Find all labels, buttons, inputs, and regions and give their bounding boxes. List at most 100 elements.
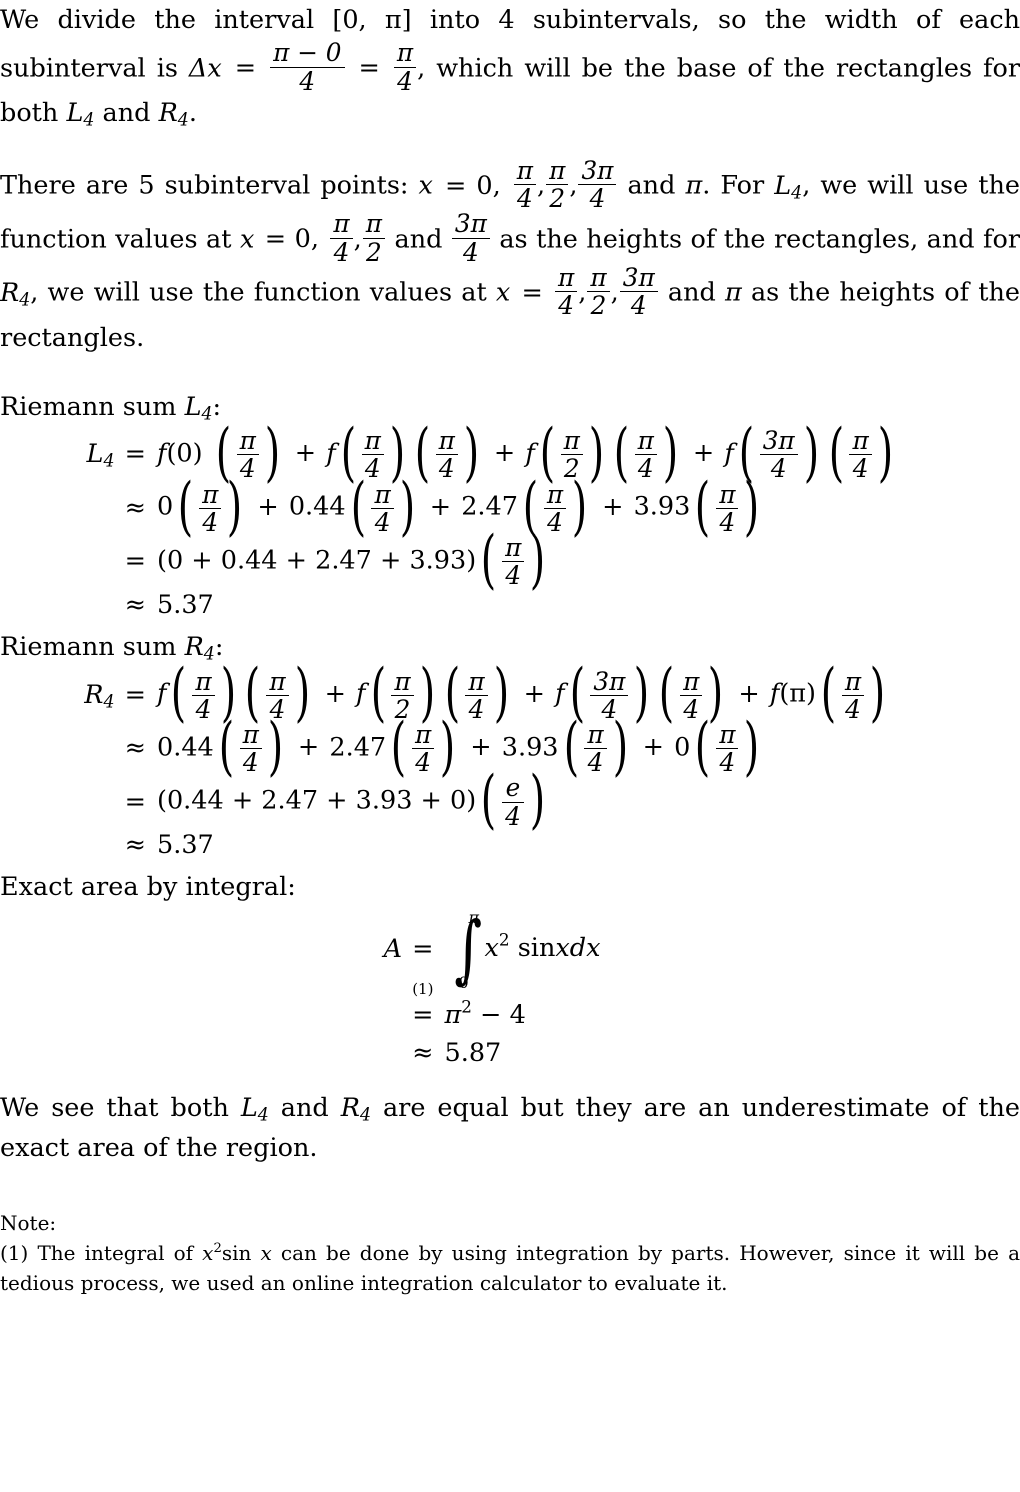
- equation-block-L4: L4 = f(0) (π 4) + f(π 4)(π 4) + f(π 2)(π 4) +…: [0, 416, 1020, 620]
- value-247: 2.47: [461, 491, 518, 522]
- fraction-numerator: 3π: [590, 668, 629, 696]
- plus-sign: +: [738, 678, 760, 709]
- value-0: 0: [157, 491, 174, 522]
- comma: ,: [610, 277, 619, 308]
- left-paren: (: [820, 656, 837, 731]
- fraction-numerator: π: [361, 428, 384, 456]
- fraction-numerator: π: [199, 481, 222, 509]
- fraction-denominator: 4: [587, 748, 604, 778]
- fraction-numerator: π: [502, 535, 525, 563]
- parenthesized-fraction: (π 4): [214, 709, 288, 784]
- parenthesized-fraction: (e 4): [476, 763, 549, 838]
- parenthesized-fraction: (π 4): [476, 522, 550, 597]
- plus-sign: +: [642, 732, 665, 763]
- fraction-denominator: 4: [333, 237, 350, 267]
- R-letter: R: [158, 98, 178, 129]
- right-paren: ): [708, 656, 724, 731]
- L-subscript: 4: [791, 183, 803, 204]
- fraction-pi-over-4: π4: [412, 722, 435, 775]
- function-f: f: [769, 678, 780, 709]
- sin-operator: sin: [221, 1241, 261, 1266]
- left-paren: (: [370, 656, 386, 731]
- fraction-numerator: π: [841, 668, 865, 696]
- fraction-numerator: π: [236, 428, 259, 456]
- approx-sign: ≈: [412, 1038, 434, 1069]
- left-paren: (: [171, 656, 187, 731]
- integrand-exponent: 2: [498, 929, 510, 950]
- right-paren: ): [744, 469, 760, 544]
- left-paren: (: [480, 763, 497, 838]
- x-symbol: x: [418, 170, 433, 201]
- heading-riemann-sum-R4: Riemann sum R4:: [0, 630, 1020, 664]
- equals-sign: =: [124, 439, 146, 470]
- fraction-pi-over-4: π4: [841, 668, 865, 722]
- left-paren: (: [539, 416, 555, 491]
- fraction-numerator: π: [330, 211, 353, 239]
- minus-four: − 4: [480, 1000, 526, 1031]
- right-paren: ): [399, 469, 415, 544]
- equals-sign: =: [124, 786, 146, 817]
- equation-row-integral: A = ∫ π 0 x2 sinxdx: [0, 908, 1020, 992]
- fraction-pi-over-4: π4: [849, 428, 872, 482]
- pi-symbol: π: [685, 170, 703, 201]
- left-paren: (: [480, 522, 497, 597]
- function-f: f: [356, 678, 366, 709]
- left-paren: (: [218, 709, 234, 784]
- fraction-denominator: 4: [505, 801, 521, 831]
- fraction-denominator: 4: [242, 748, 259, 778]
- fraction-denominator: 2: [590, 291, 607, 321]
- right-paren: ): [803, 416, 819, 491]
- R4-symbol: R4: [158, 98, 189, 129]
- equals-sign: =: [234, 53, 257, 84]
- pi-squared: π2: [445, 999, 472, 1031]
- document-page: We divide the interval [0, π] into 4 sub…: [0, 0, 1020, 1492]
- fraction-numerator: 3π: [578, 158, 617, 186]
- right-paren: ): [869, 656, 886, 731]
- L4-symbol: L4: [185, 392, 213, 423]
- plus-sign: +: [470, 732, 492, 763]
- fraction-pi-over-4: π4: [330, 211, 353, 267]
- heading-text: Riemann sum: [0, 391, 185, 422]
- equation-row-L4-result: ≈ 5.37: [0, 590, 1020, 620]
- heading-exact-area: Exact area by integral:: [0, 872, 296, 903]
- fraction-numerator: π: [435, 428, 458, 456]
- value-393: 3.93: [633, 491, 691, 522]
- footnote-reference-tag: (1): [412, 980, 434, 999]
- fraction-numerator: π: [513, 158, 536, 186]
- paragraph-subinterval-width: We divide the interval [0, π] into 4 sub…: [0, 0, 1020, 133]
- fraction-numerator: 3π: [451, 211, 490, 239]
- plus-sign: +: [294, 438, 317, 469]
- L-letter: L: [774, 170, 792, 201]
- right-paren: ): [419, 656, 435, 731]
- fraction-numerator: π: [680, 668, 703, 696]
- parenthesized-fraction: (π 4): [211, 421, 285, 485]
- sum-of-heights: (0 + 0.44 + 2.47 + 3.93): [157, 545, 477, 576]
- comma: ,: [536, 170, 546, 201]
- R-letter: R: [0, 277, 20, 308]
- approx-sign: ≈: [124, 492, 146, 523]
- fraction-numerator: π: [546, 158, 569, 186]
- right-paren: ): [612, 709, 628, 784]
- right-paren: ): [588, 416, 605, 491]
- right-paren: ): [294, 656, 310, 731]
- p2-text-a: There are 5 subinterval points:: [0, 170, 419, 201]
- L4-symbol: L4: [240, 1093, 269, 1124]
- function-f: f: [157, 678, 167, 709]
- differential-dx: dx: [569, 933, 601, 964]
- fraction-denominator: 4: [770, 454, 787, 484]
- sin-operator: sin: [517, 933, 556, 964]
- R-subscript: 4: [19, 290, 31, 310]
- parenthesized-fraction: (π 4): [824, 421, 898, 485]
- fraction-3pi-over-4: 3π 4: [451, 211, 490, 265]
- note-text-a: The integral of: [28, 1241, 203, 1266]
- L-letter: L: [240, 1093, 258, 1124]
- note-section: Note: (1) The integral of x2sin x can be…: [0, 1208, 1020, 1298]
- value-393: 3.93: [501, 732, 559, 763]
- fraction-denominator: 4: [637, 454, 654, 484]
- fraction-numerator: e: [502, 775, 524, 803]
- f-argument-0: (0): [166, 438, 203, 469]
- value-247: 2.47: [329, 732, 387, 763]
